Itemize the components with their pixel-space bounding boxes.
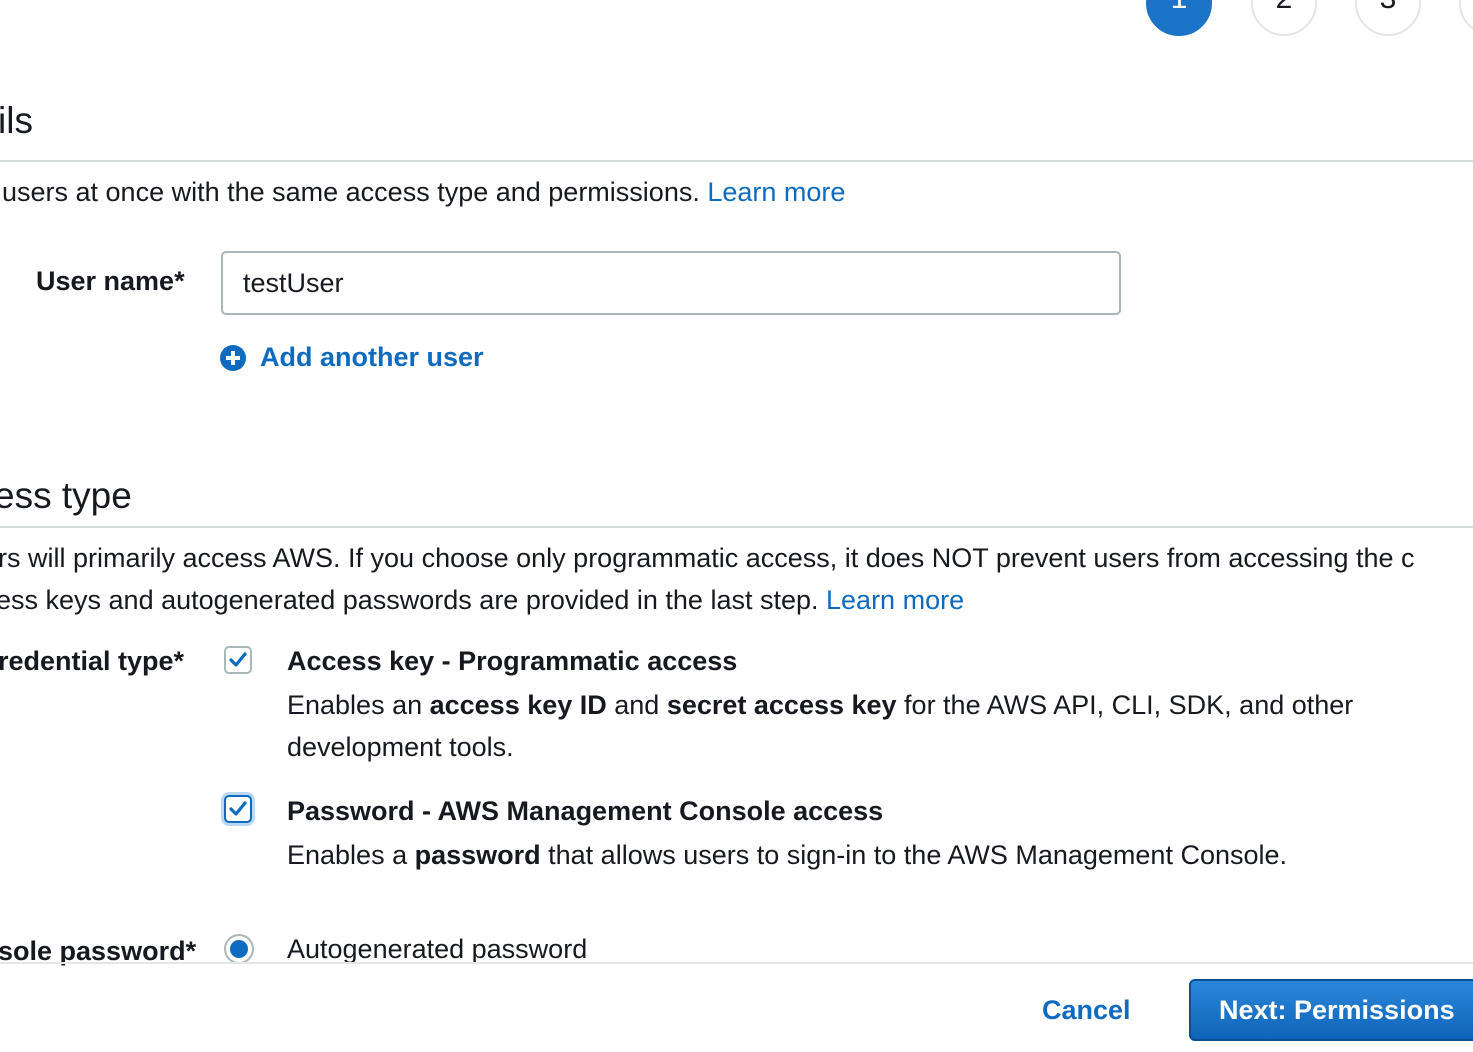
section-divider [0, 160, 1473, 162]
next-permissions-button[interactable]: Next: Permissions [1189, 979, 1473, 1041]
cancel-button[interactable]: Cancel [1042, 995, 1131, 1026]
checkmark-icon [229, 801, 247, 816]
step-2-label: 2 [1276, 0, 1293, 16]
user-name-label: User name* [36, 266, 185, 296]
access-key-desc-pre: Enables an [287, 690, 430, 720]
step-3-label: 3 [1380, 0, 1397, 16]
access-type-title: ess type [0, 475, 132, 516]
step-1-indicator[interactable]: 1 [1146, 0, 1212, 36]
access-key-checkbox[interactable] [224, 646, 252, 674]
learn-more-link[interactable]: Learn more [826, 585, 964, 615]
access-type-description-text: ess keys and autogenerated passwords are… [0, 585, 819, 615]
access-key-option-title: Access key - Programmatic access [287, 646, 738, 676]
section-divider [0, 526, 1473, 528]
step-4-indicator[interactable]: 4 [1459, 0, 1473, 36]
user-name-input[interactable] [221, 251, 1121, 315]
console-access-option-title: Password - AWS Management Console access [287, 796, 884, 826]
checkmark-icon [229, 652, 247, 667]
autogenerated-password-radio[interactable] [224, 934, 254, 964]
next-permissions-label: Next: Permissions [1219, 994, 1455, 1025]
create-user-page: 1 2 3 4 ils users at once with the same … [0, 0, 1473, 1052]
credential-type-label: redential type* [0, 646, 185, 676]
radio-selected-dot [230, 940, 248, 958]
access-type-description-line1: rs will primarily access AWS. If you cho… [0, 543, 1415, 573]
access-type-description-line2: ess keys and autogenerated passwords are… [0, 585, 964, 616]
add-another-user-label: Add another user [260, 342, 484, 372]
console-access-option-description: Enables a password that allows users to … [287, 834, 1437, 876]
learn-more-link[interactable]: Learn more [707, 177, 845, 207]
user-details-description: users at once with the same access type … [2, 177, 845, 208]
console-access-desc-pre: Enables a [287, 840, 415, 870]
console-access-checkbox[interactable] [224, 795, 252, 823]
access-key-desc-bold1: access key ID [429, 690, 607, 720]
step-2-indicator[interactable]: 2 [1251, 0, 1317, 36]
console-access-desc-bold: password [414, 840, 541, 870]
step-3-indicator[interactable]: 3 [1355, 0, 1421, 36]
step-1-label: 1 [1171, 0, 1188, 16]
console-access-desc-post: that allows users to sign-in to the AWS … [540, 840, 1288, 870]
footer-divider [0, 962, 1473, 964]
user-details-title: ils [0, 100, 33, 141]
add-another-user-button[interactable]: Add another user [220, 342, 484, 373]
plus-circle-icon [220, 344, 246, 371]
access-key-option-description: Enables an access key ID and secret acce… [287, 684, 1357, 768]
access-key-desc-mid: and [606, 690, 667, 720]
access-key-desc-bold2: secret access key [666, 690, 897, 720]
user-details-description-text: users at once with the same access type … [2, 177, 700, 207]
